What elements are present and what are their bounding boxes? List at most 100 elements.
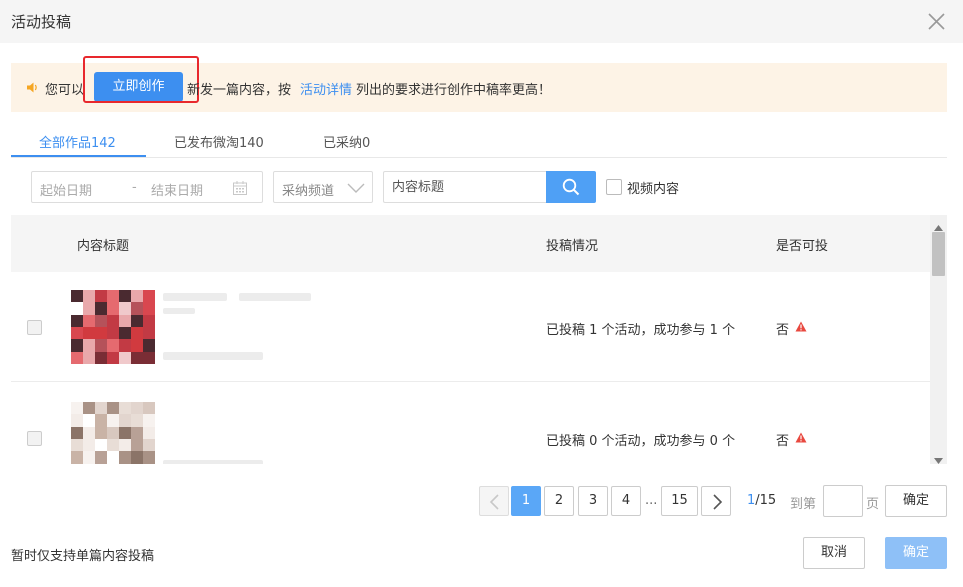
chevron-right-icon [713,494,723,510]
end-date-field[interactable]: 结束日期 [151,180,203,199]
channel-select[interactable]: 采纳频道 [273,171,373,203]
row-checkbox[interactable] [27,320,42,335]
thumbnail-pixel [71,339,83,352]
thumbnail-pixel [143,290,155,303]
thumbnail-pixel [83,451,95,464]
thumbnail-pixel [107,339,119,352]
dialog-title: 活动投稿 [11,13,72,31]
header-eligible: 是否可投 [776,239,829,254]
title-search-input[interactable] [383,171,547,203]
thumbnail-pixel [119,326,131,340]
create-now-button[interactable]: 立即创作 [94,72,183,102]
tab-bar: 全部作品142 已发布微淘140 已采纳0 [11,128,947,158]
prev-page-button[interactable] [479,486,509,516]
warning-icon[interactable] [795,321,807,332]
thumbnail-pixel [83,438,95,452]
video-content-checkbox[interactable] [606,179,622,195]
blurred-title-text [163,293,227,301]
content-thumbnail[interactable] [71,290,155,364]
page-button[interactable]: 4 [611,486,641,516]
blurred-meta-text [163,460,263,464]
scroll-up-arrow-icon[interactable] [934,220,943,231]
thumbnail-pixel [119,339,131,352]
thumbnail-pixel [143,438,155,452]
video-content-label: 视频内容 [627,182,680,197]
scroll-thumb[interactable] [932,232,945,276]
thumbnail-pixel [119,402,131,415]
thumbnail-pixel [143,402,155,415]
thumbnail-pixel [131,414,143,427]
content-thumbnail[interactable] [71,402,155,464]
page-button[interactable]: 3 [578,486,608,516]
blurred-title-text [163,308,195,314]
thumbnail-pixel [143,326,155,340]
date-range-picker[interactable]: 起始日期 - 结束日期 [31,171,263,203]
thumbnail-pixel [143,339,155,352]
thumbnail-pixel [71,314,83,327]
thumbnail-pixel [119,302,131,315]
notice-prefix: 您可以 [45,83,85,98]
scroll-down-arrow-icon[interactable] [934,453,943,464]
page-info: 1/15 [747,493,776,508]
page-ellipsis: ... [645,493,658,508]
thumbnail-pixel [143,451,155,464]
thumbnail-pixel [95,326,107,340]
calendar-icon[interactable] [232,180,248,196]
thumbnail-pixel [83,426,95,439]
thumbnail-pixel [71,351,83,364]
thumbnail-pixel [83,326,95,340]
page-button[interactable]: 2 [544,486,574,516]
footer-note: 暂时仅支持单篇内容投稿 [11,549,155,564]
thumbnail-pixel [95,402,107,415]
thumbnail-pixel [119,314,131,327]
thumbnail-pixel [95,451,107,464]
thumbnail-pixel [83,339,95,352]
goto-label: 到第 [790,497,817,512]
row-checkbox[interactable] [27,431,42,446]
thumbnail-pixel [95,426,107,439]
thumbnail-pixel [119,414,131,427]
page-button[interactable]: 1 [511,486,541,516]
table-scrollbar[interactable] [930,215,947,464]
thumbnail-pixel [83,302,95,315]
eligible-value: 否 [776,434,790,449]
thumbnail-pixel [83,314,95,327]
goto-page-input[interactable] [823,485,863,517]
thumbnail-pixel [143,426,155,439]
notice-middle: 新发一篇内容，按 [187,83,292,98]
header-title: 内容标题 [77,239,130,254]
chevron-down-icon [347,182,365,194]
thumbnail-pixel [119,451,131,464]
date-separator: - [132,180,137,195]
notice-bar: 您可以 立即创作 新发一篇内容，按 活动详情 列出的要求进行创作中稿率更高！ [11,56,947,112]
page-button[interactable]: 15 [661,486,698,516]
next-page-button[interactable] [701,486,731,516]
tab-published[interactable]: 已发布微淘140 [174,132,264,151]
thumbnail-pixel [119,438,131,452]
thumbnail-pixel [95,351,107,364]
search-button[interactable] [546,171,596,203]
table-row[interactable]: 已投稿 1 个活动，成功参与 1 个 否 [11,272,930,382]
thumbnail-pixel [71,414,83,427]
thumbnail-pixel [107,314,119,327]
content-table: 内容标题 投稿情况 是否可投 已投稿 1 个活动，成功参与 1 个 否 已投稿 … [11,215,947,464]
thumbnail-pixel [107,290,119,303]
thumbnail-pixel [131,438,143,452]
tab-adopted[interactable]: 已采纳0 [323,132,370,151]
start-date-field[interactable]: 起始日期 [40,180,92,199]
thumbnail-pixel [83,351,95,364]
thumbnail-pixel [143,302,155,315]
table-row[interactable]: 已投稿 0 个活动，成功参与 0 个 否 [11,382,930,464]
cancel-button[interactable]: 取消 [803,537,865,569]
channel-select-label: 采纳频道 [282,184,335,199]
goto-confirm-button[interactable]: 确定 [885,485,947,517]
activity-details-link[interactable]: 活动详情 [300,79,352,98]
thumbnail-pixel [107,402,119,415]
thumbnail-pixel [95,414,107,427]
close-icon[interactable] [926,11,947,32]
confirm-button[interactable]: 确定 [885,537,947,569]
warning-icon[interactable] [795,432,807,443]
tab-all-works[interactable]: 全部作品142 [39,132,116,151]
thumbnail-pixel [95,438,107,452]
dialog-header: 活动投稿 [0,0,963,43]
